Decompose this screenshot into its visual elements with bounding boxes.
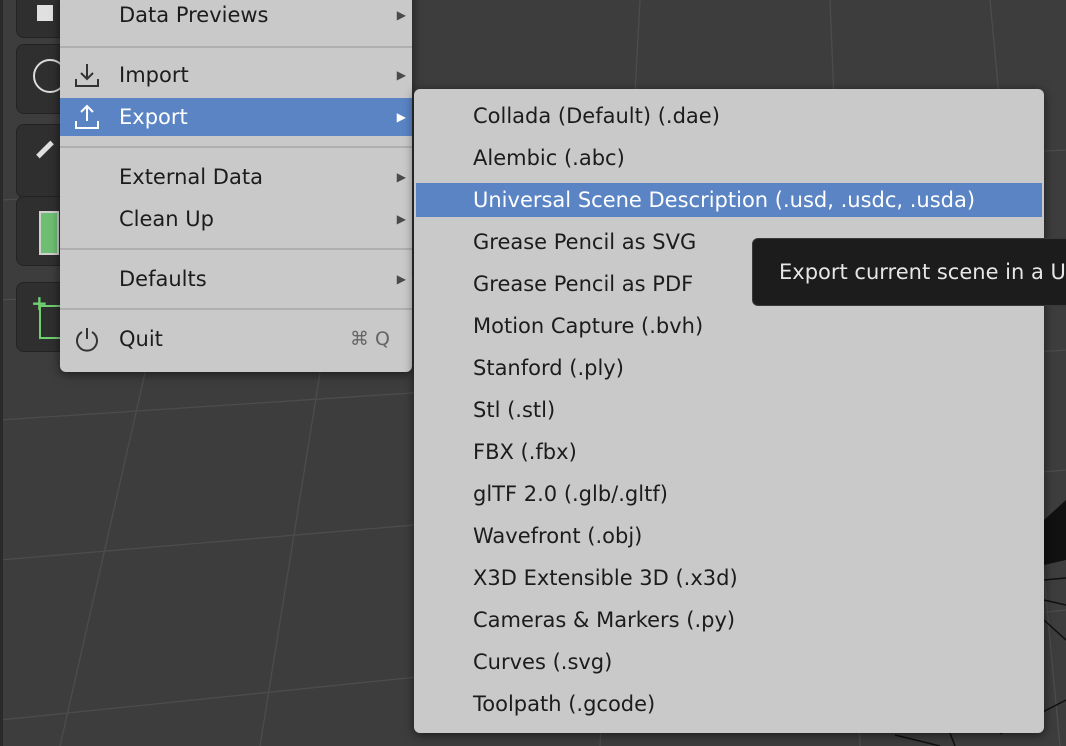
export-item-x3d[interactable]: X3D Extensible 3D (.x3d) bbox=[416, 561, 1042, 595]
menu-separator bbox=[60, 46, 412, 48]
submenu-arrow-icon: ▶ bbox=[396, 110, 406, 124]
menu-separator bbox=[60, 146, 412, 148]
viewport-border bbox=[0, 0, 3, 746]
menu-item-label: Import bbox=[119, 63, 189, 87]
menu-item-export[interactable]: Export ▶ bbox=[60, 98, 412, 136]
menu-item-import[interactable]: Import ▶ bbox=[60, 56, 412, 94]
measure-icon bbox=[39, 211, 59, 255]
menu-item-quit[interactable]: Quit ⌘ Q bbox=[60, 320, 412, 358]
menu-item-external-data[interactable]: External Data ▶ bbox=[60, 158, 412, 196]
submenu-arrow-icon: ▶ bbox=[396, 272, 406, 286]
menu-item-data-previews[interactable]: Data Previews ▶ bbox=[60, 0, 412, 34]
export-item-label: Stl (.stl) bbox=[473, 398, 556, 422]
menu-item-label: Clean Up bbox=[119, 207, 214, 231]
export-item-label: Collada (Default) (.dae) bbox=[473, 104, 720, 128]
export-item-stl[interactable]: Stl (.stl) bbox=[416, 393, 1042, 427]
export-item-bvh[interactable]: Motion Capture (.bvh) bbox=[416, 309, 1042, 343]
export-item-label: Grease Pencil as PDF bbox=[473, 272, 694, 296]
export-item-label: Wavefront (.obj) bbox=[473, 524, 643, 548]
tooltip: Export current scene in a U bbox=[752, 238, 1066, 306]
menu-item-label: Defaults bbox=[119, 267, 207, 291]
export-icon bbox=[75, 104, 99, 129]
menu-item-label: Export bbox=[119, 105, 188, 129]
submenu-arrow-icon: ▶ bbox=[396, 68, 406, 82]
export-item-label: FBX (.fbx) bbox=[473, 440, 577, 464]
menu-separator bbox=[60, 248, 412, 250]
export-item-label: Curves (.svg) bbox=[473, 650, 613, 674]
tooltip-text: Export current scene in a U bbox=[779, 260, 1066, 284]
export-item-label: Stanford (.ply) bbox=[473, 356, 624, 380]
export-item-label: glTF 2.0 (.glb/.gltf) bbox=[473, 482, 668, 506]
object-mesh bbox=[1044, 500, 1066, 565]
export-item-fbx[interactable]: FBX (.fbx) bbox=[416, 435, 1042, 469]
export-item-usd[interactable]: Universal Scene Description (.usd, .usdc… bbox=[416, 183, 1042, 217]
export-item-label: Motion Capture (.bvh) bbox=[473, 314, 704, 338]
menu-item-defaults[interactable]: Defaults ▶ bbox=[60, 260, 412, 298]
export-item-label: Universal Scene Description (.usd, .usdc… bbox=[473, 188, 976, 212]
menu-item-label: External Data bbox=[119, 165, 263, 189]
export-item-ply[interactable]: Stanford (.ply) bbox=[416, 351, 1042, 385]
select-box-icon bbox=[37, 5, 53, 21]
export-item-label: Alembic (.abc) bbox=[473, 146, 625, 170]
export-item-label: Cameras & Markers (.py) bbox=[473, 608, 736, 632]
measure-tool[interactable] bbox=[16, 196, 66, 266]
export-item-gltf[interactable]: glTF 2.0 (.glb/.gltf) bbox=[416, 477, 1042, 511]
file-menu: Data Previews ▶ Import ▶ Export ▶ Extern… bbox=[60, 0, 412, 372]
submenu-arrow-icon: ▶ bbox=[396, 8, 406, 22]
submenu-arrow-icon: ▶ bbox=[396, 212, 406, 226]
shortcut-label: ⌘ Q bbox=[350, 328, 390, 350]
annotate-icon bbox=[36, 140, 54, 159]
menu-item-label: Quit bbox=[119, 327, 163, 351]
export-item-obj[interactable]: Wavefront (.obj) bbox=[416, 519, 1042, 553]
select-box-tool[interactable] bbox=[16, 0, 66, 38]
import-icon bbox=[75, 64, 99, 87]
menu-item-label: Data Previews bbox=[119, 3, 269, 27]
export-item-toolpath[interactable]: Toolpath (.gcode) bbox=[416, 687, 1042, 721]
export-item-label: X3D Extensible 3D (.x3d) bbox=[473, 566, 738, 590]
export-item-label: Grease Pencil as SVG bbox=[473, 230, 697, 254]
power-icon bbox=[76, 328, 98, 352]
submenu-arrow-icon: ▶ bbox=[396, 170, 406, 184]
annotate-tool[interactable] bbox=[16, 124, 66, 198]
export-item-label: Toolpath (.gcode) bbox=[473, 692, 656, 716]
add-cube-tool[interactable]: + bbox=[16, 282, 66, 352]
export-item-collada[interactable]: Collada (Default) (.dae) bbox=[416, 99, 1042, 133]
menu-item-clean-up[interactable]: Clean Up ▶ bbox=[60, 200, 412, 238]
export-item-cameras-markers[interactable]: Cameras & Markers (.py) bbox=[416, 603, 1042, 637]
menu-separator bbox=[60, 308, 412, 310]
export-submenu: Collada (Default) (.dae) Alembic (.abc) … bbox=[414, 89, 1044, 733]
export-item-alembic[interactable]: Alembic (.abc) bbox=[416, 141, 1042, 175]
export-item-curves[interactable]: Curves (.svg) bbox=[416, 645, 1042, 679]
transform-tool[interactable] bbox=[16, 44, 67, 114]
